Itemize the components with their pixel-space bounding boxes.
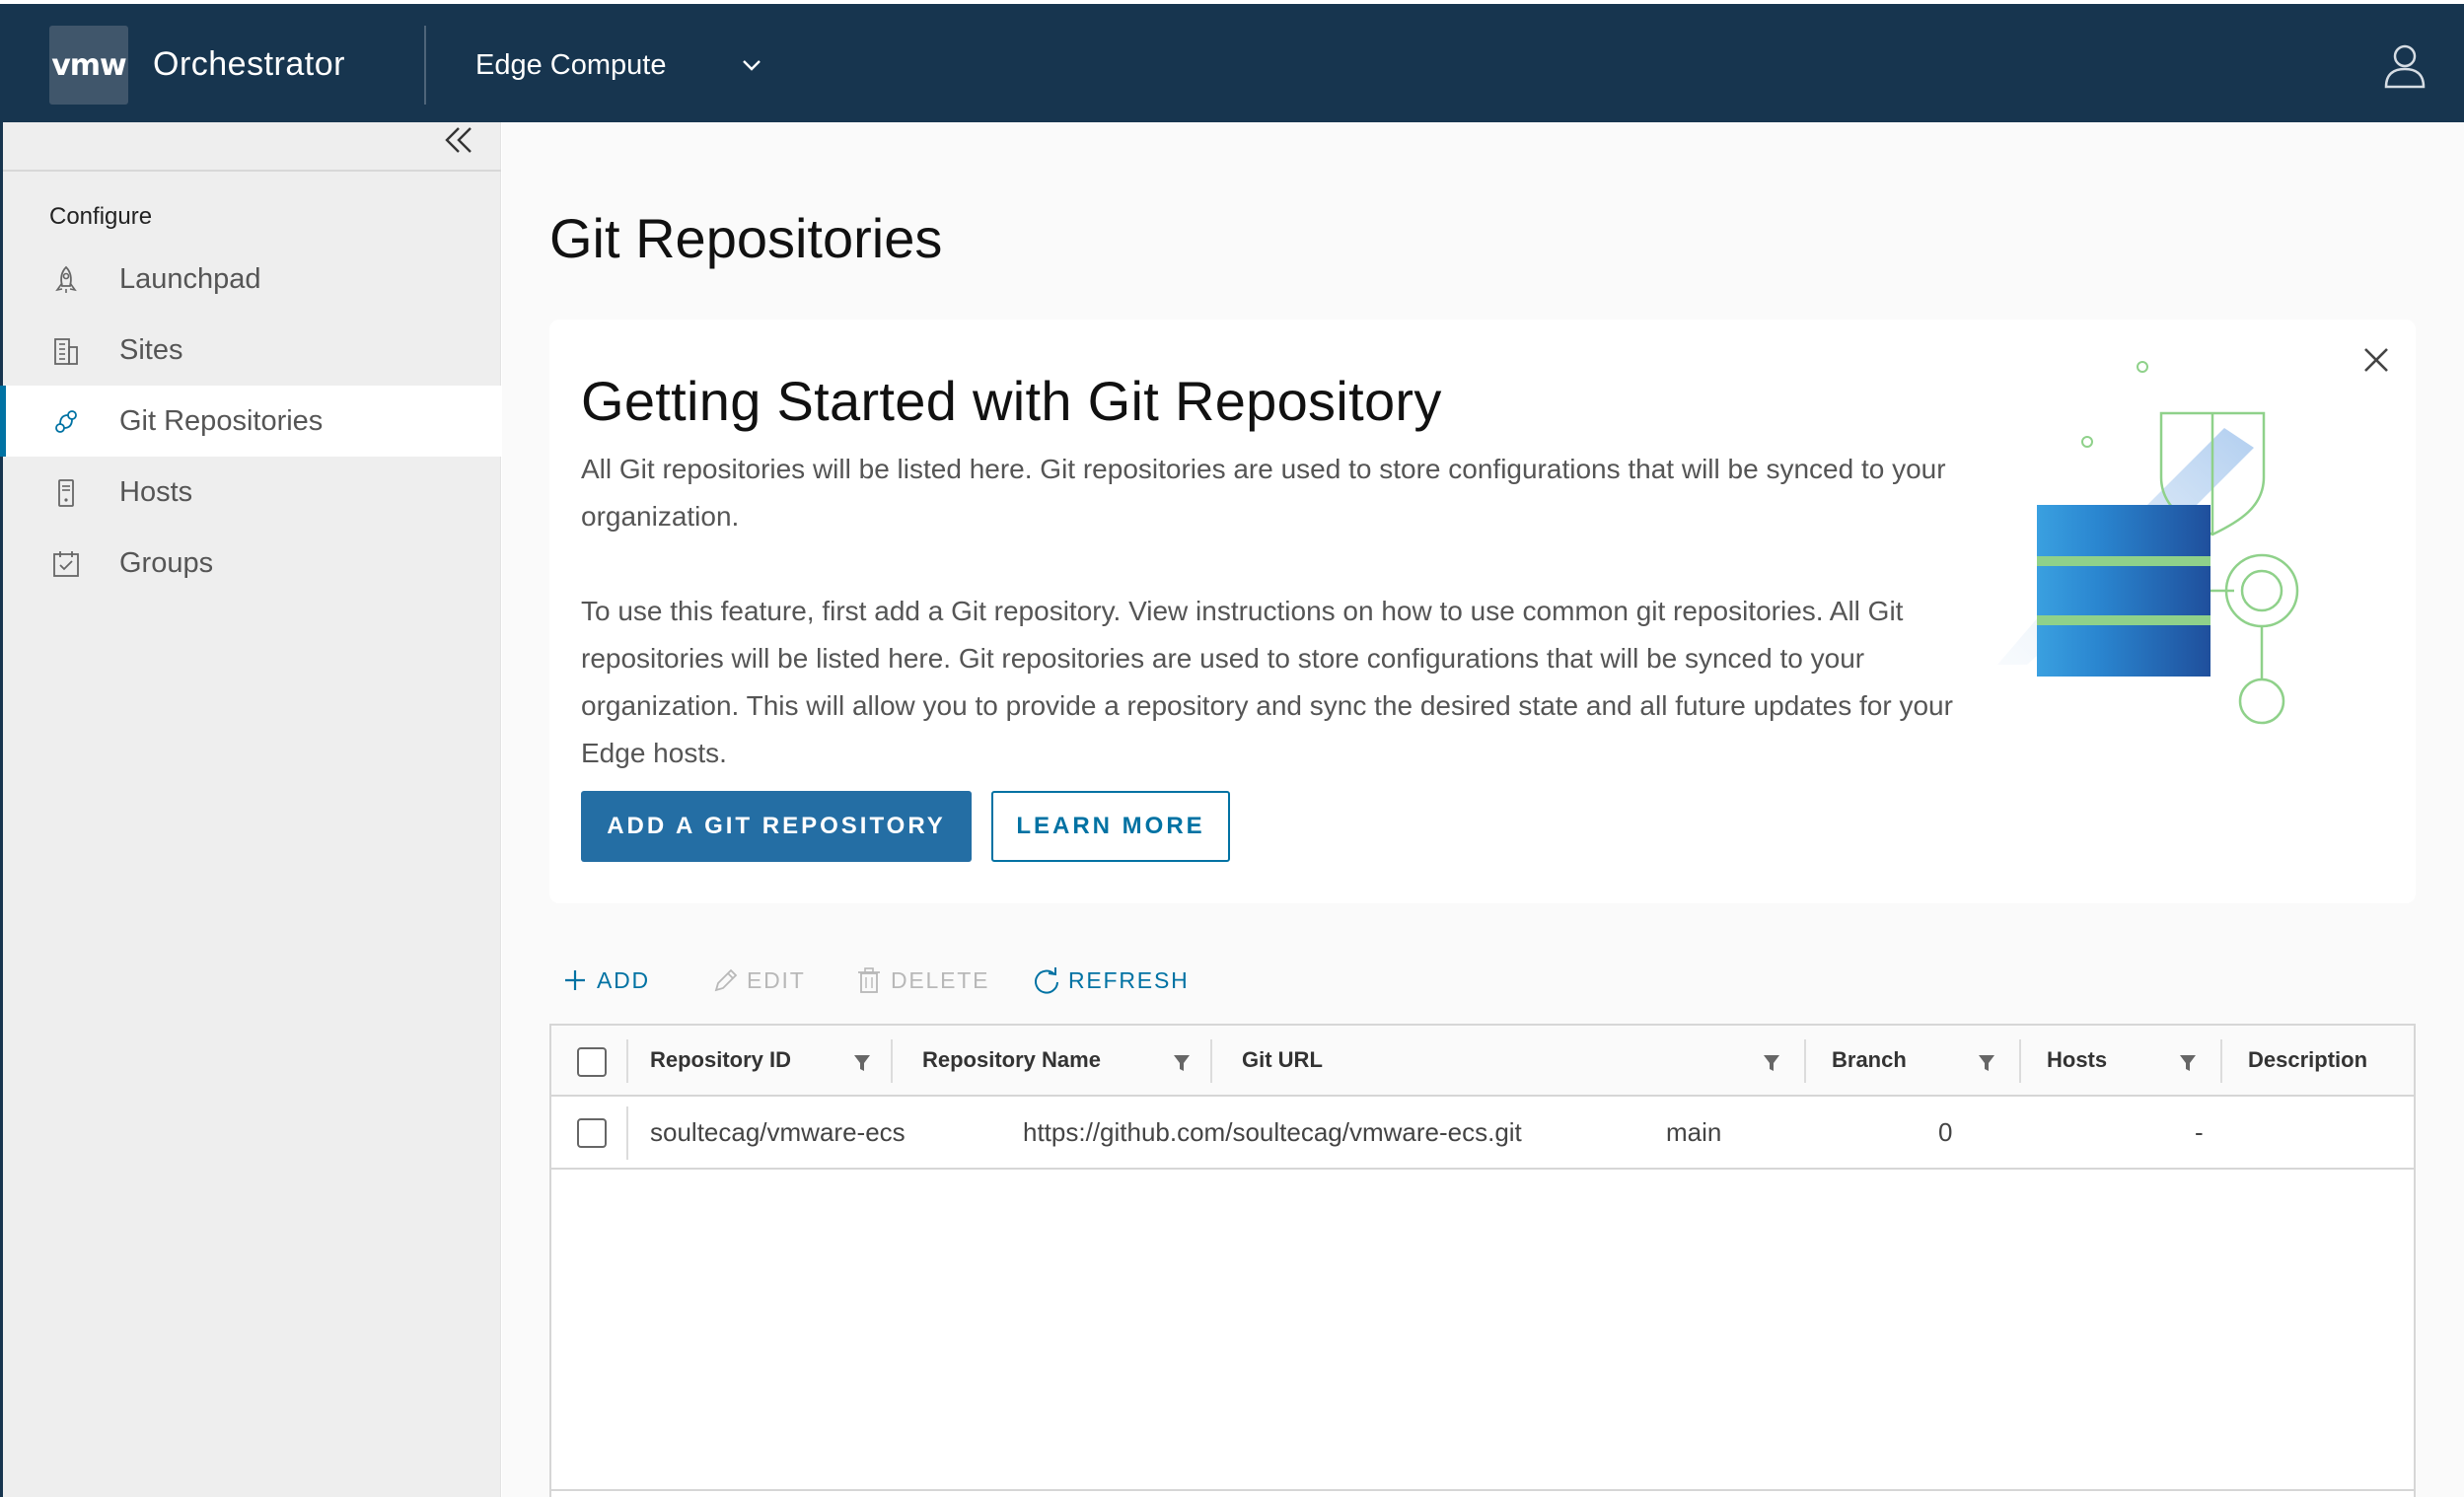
refresh-icon	[1035, 967, 1058, 994]
column-separator	[1804, 1039, 1806, 1083]
card-title: Getting Started with Git Repository	[581, 370, 1442, 432]
column-header-git-url[interactable]: Git URL	[1242, 1047, 1323, 1073]
sidebar-collapse-bar	[3, 122, 501, 172]
building-icon	[54, 338, 78, 365]
getting-started-card: Getting Started with Git Repository All …	[549, 320, 2416, 903]
column-header-repository-name[interactable]: Repository Name	[922, 1047, 1101, 1073]
filter-icon[interactable]	[1978, 1053, 1995, 1073]
select-all-checkbox[interactable]	[577, 1047, 607, 1077]
plus-icon	[565, 970, 585, 990]
git-link-icon	[55, 410, 77, 433]
table-footer-border	[551, 1489, 2414, 1491]
card-paragraph: All Git repositories will be listed here…	[581, 454, 1946, 532]
main-content: Git Repositories Getting Started with Gi…	[502, 122, 2464, 1497]
app-title: Orchestrator	[153, 45, 345, 83]
cell-repository-name: https://github.com/soultecag/vmware-ecs.…	[1023, 1117, 1522, 1147]
double-chevron-left-icon[interactable]	[439, 122, 478, 162]
filter-icon[interactable]	[1173, 1053, 1191, 1073]
pencil-icon	[714, 968, 738, 992]
context-label: Edge Compute	[475, 48, 667, 81]
cell-hosts: -	[2195, 1117, 2204, 1147]
column-separator	[626, 1039, 628, 1083]
column-separator	[891, 1039, 893, 1083]
cell-repository-id: soultecag/vmware-ecs	[650, 1117, 906, 1147]
header-divider	[424, 26, 426, 105]
refresh-button[interactable]: REFRESH	[1033, 961, 1190, 1000]
filter-icon[interactable]	[853, 1053, 871, 1073]
sidebar-item-hosts[interactable]: Hosts	[3, 457, 501, 528]
context-dropdown[interactable]: Edge Compute	[454, 26, 789, 105]
trash-icon	[858, 967, 880, 993]
row-checkbox[interactable]	[577, 1118, 607, 1148]
vmware-logo: vmw	[49, 26, 128, 105]
card-paragraph: To use this feature, first add a Git rep…	[581, 596, 1953, 768]
server-icon	[58, 479, 74, 507]
table-header: Repository ID Repository Name Git URL Br…	[551, 1026, 2414, 1097]
repositories-table: Repository ID Repository Name Git URL Br…	[549, 1024, 2416, 1497]
delete-label: DELETE	[891, 966, 990, 993]
filter-icon[interactable]	[1763, 1053, 1780, 1073]
sidebar-item-groups[interactable]: Groups	[3, 528, 501, 599]
sidebar: Configure Launchpad Sites Git Repositori…	[0, 122, 501, 1497]
chevron-down-icon	[743, 60, 761, 71]
add-label: ADD	[597, 966, 650, 993]
rocket-icon	[55, 265, 77, 293]
add-git-repository-button[interactable]: ADD A GIT REPOSITORY	[581, 791, 972, 862]
column-separator	[1210, 1039, 1212, 1083]
column-separator	[626, 1106, 628, 1160]
table-row[interactable]: soultecag/vmware-ecs https://github.com/…	[551, 1097, 2414, 1170]
cell-branch: 0	[1938, 1117, 1953, 1147]
learn-more-button[interactable]: LEARN MORE	[991, 791, 1230, 862]
delete-button[interactable]: DELETE	[855, 961, 989, 1000]
refresh-label: REFRESH	[1068, 966, 1190, 993]
column-header-description[interactable]: Description	[2248, 1047, 2367, 1073]
edit-label: EDIT	[747, 966, 806, 993]
sidebar-item-sites[interactable]: Sites	[3, 315, 501, 386]
sidebar-item-git-repositories[interactable]: Git Repositories	[0, 386, 501, 457]
sidebar-item-label: Groups	[119, 546, 214, 579]
calendar-check-icon	[53, 551, 79, 577]
top-header: vmw Orchestrator Edge Compute	[0, 0, 2464, 122]
cell-git-url: main	[1666, 1117, 1722, 1147]
filter-icon[interactable]	[2179, 1053, 2197, 1073]
column-header-branch[interactable]: Branch	[1832, 1047, 1907, 1073]
column-separator	[2019, 1039, 2021, 1083]
column-header-repository-id[interactable]: Repository ID	[650, 1047, 791, 1073]
page-title: Git Repositories	[549, 207, 943, 269]
sidebar-item-label: Launchpad	[119, 262, 261, 295]
add-button[interactable]: ADD	[561, 961, 650, 1000]
sidebar-item-label: Hosts	[119, 475, 193, 508]
sidebar-item-launchpad[interactable]: Launchpad	[3, 244, 501, 315]
sidebar-item-label: Git Repositories	[119, 404, 324, 437]
sidebar-item-label: Sites	[119, 333, 183, 366]
user-icon[interactable]	[2383, 43, 2427, 89]
nav-section-configure: Configure	[49, 203, 153, 230]
edit-button[interactable]: EDIT	[711, 961, 806, 1000]
column-separator	[2220, 1039, 2222, 1083]
server-shield-illustration	[1997, 361, 2299, 725]
logo-text: vmw	[51, 47, 127, 83]
column-header-hosts[interactable]: Hosts	[2047, 1047, 2107, 1073]
